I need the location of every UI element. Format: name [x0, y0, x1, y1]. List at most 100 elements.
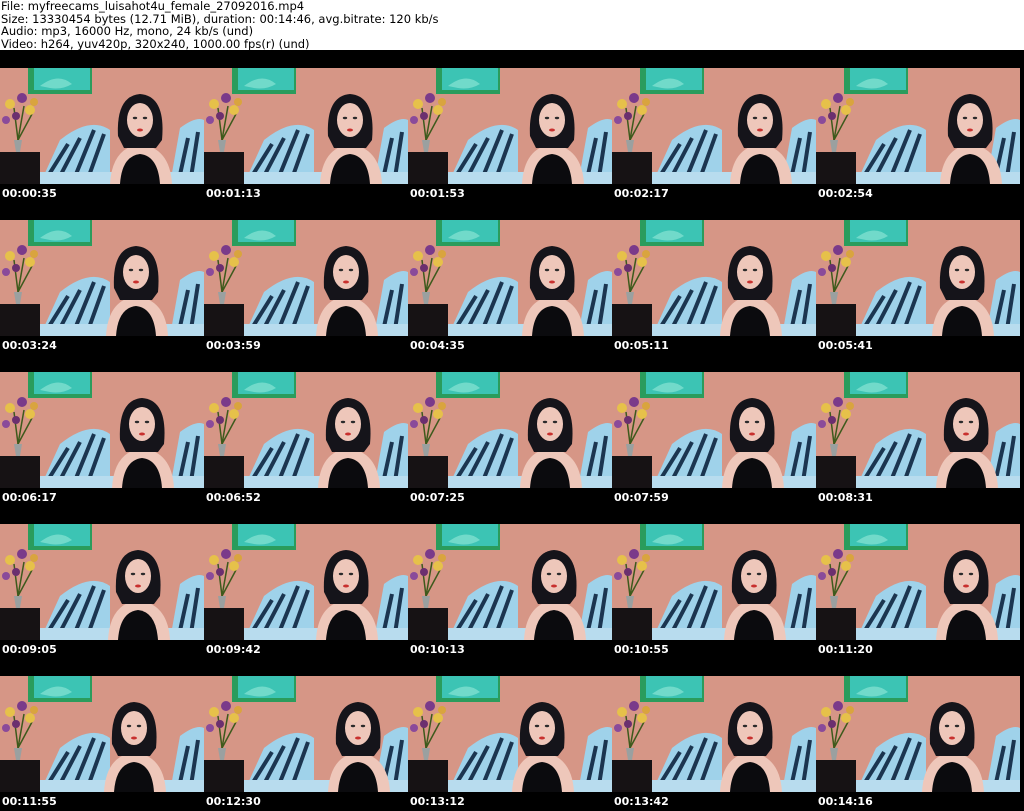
thumbnail-tile: 00:04:35	[408, 202, 612, 354]
thumbnail-frame	[816, 372, 1020, 488]
thumbnail-tile: 00:05:41	[816, 202, 1020, 354]
timestamp-label: 00:13:42	[614, 795, 669, 808]
thumbnail-tile: 00:11:20	[816, 506, 1020, 658]
timestamp-label: 00:11:55	[2, 795, 57, 808]
thumbnail-frame	[816, 68, 1020, 184]
timestamp-label: 00:06:17	[2, 491, 57, 504]
info-header: File: myfreecams_luisahot4u_female_27092…	[0, 0, 1024, 50]
webcam-frame-image	[816, 524, 1020, 640]
thumbnail-tile: 00:08:31	[816, 354, 1020, 506]
thumbnail-tile: 00:13:12	[408, 658, 612, 810]
thumbnail-tile: 00:00:35	[0, 50, 204, 202]
webcam-frame-image	[408, 524, 612, 640]
timestamp-label: 00:03:24	[2, 339, 57, 352]
timestamp-label: 00:11:20	[818, 643, 873, 656]
webcam-frame-image	[612, 524, 816, 640]
webcam-frame-image	[204, 372, 408, 488]
webcam-frame-image	[408, 676, 612, 792]
webcam-frame-image	[816, 372, 1020, 488]
timestamp-label: 00:07:25	[410, 491, 465, 504]
timestamp-label: 00:09:05	[2, 643, 57, 656]
thumbnail-frame	[612, 524, 816, 640]
webcam-frame-image	[612, 676, 816, 792]
webcam-frame-image	[816, 676, 1020, 792]
thumbnail-frame	[408, 372, 612, 488]
timestamp-label: 00:05:41	[818, 339, 873, 352]
thumbnail-frame	[204, 68, 408, 184]
thumbnail-frame	[408, 220, 612, 336]
webcam-frame-image	[612, 372, 816, 488]
thumbnail-tile: 00:09:05	[0, 506, 204, 658]
thumbnail-tile: 00:06:17	[0, 354, 204, 506]
webcam-frame-image	[408, 372, 612, 488]
thumbnail-frame	[816, 676, 1020, 792]
thumbnail-tile: 00:01:13	[204, 50, 408, 202]
thumbnail-frame	[816, 524, 1020, 640]
thumbnail-frame	[0, 220, 204, 336]
thumbnail-frame	[612, 68, 816, 184]
timestamp-label: 00:04:35	[410, 339, 465, 352]
thumbnail-tile: 00:09:42	[204, 506, 408, 658]
timestamp-label: 00:14:16	[818, 795, 873, 808]
thumbnail-grid: 00:00:35 00:01:13 00:01:53 00:02:17 00:0…	[0, 50, 1024, 811]
thumbnail-frame	[204, 676, 408, 792]
thumbnail-tile: 00:05:11	[612, 202, 816, 354]
thumbnail-frame	[816, 220, 1020, 336]
webcam-frame-image	[0, 524, 204, 640]
thumbnail-frame	[0, 524, 204, 640]
timestamp-label: 00:09:42	[206, 643, 261, 656]
webcam-frame-image	[0, 676, 204, 792]
thumbnail-frame	[612, 372, 816, 488]
audio-line: Audio: mp3, 16000 Hz, mono, 24 kb/s (und…	[1, 24, 254, 38]
video-line: Video: h264, yuv420p, 320x240, 1000.00 f…	[1, 36, 310, 51]
thumbnail-tile: 00:03:59	[204, 202, 408, 354]
webcam-frame-image	[204, 524, 408, 640]
thumbnail-frame	[204, 220, 408, 336]
webcam-frame-image	[204, 676, 408, 792]
timestamp-label: 00:02:54	[818, 187, 873, 200]
timestamp-label: 00:06:52	[206, 491, 261, 504]
thumbnail-frame	[204, 524, 408, 640]
file-name-line: File: myfreecams_luisahot4u_female_27092…	[1, 0, 305, 13]
thumbnail-frame	[408, 524, 612, 640]
thumbnail-tile: 00:03:24	[0, 202, 204, 354]
timestamp-label: 00:10:55	[614, 643, 669, 656]
thumbnail-frame	[612, 220, 816, 336]
thumbnail-tile: 00:14:16	[816, 658, 1020, 810]
thumbnail-tile: 00:02:17	[612, 50, 816, 202]
thumbnail-frame	[204, 372, 408, 488]
thumbnail-frame	[408, 68, 612, 184]
timestamp-label: 00:10:13	[410, 643, 465, 656]
thumbnail-tile: 00:07:59	[612, 354, 816, 506]
thumbnail-frame	[0, 68, 204, 184]
thumbnail-tile: 00:01:53	[408, 50, 612, 202]
thumbnail-tile: 00:02:54	[816, 50, 1020, 202]
webcam-frame-image	[0, 372, 204, 488]
thumbnail-tile: 00:06:52	[204, 354, 408, 506]
webcam-frame-image	[816, 68, 1020, 184]
timestamp-label: 00:13:12	[410, 795, 465, 808]
webcam-frame-image	[408, 68, 612, 184]
webcam-frame-image	[612, 68, 816, 184]
thumbnail-tile: 00:12:30	[204, 658, 408, 810]
thumbnail-frame	[0, 676, 204, 792]
thumbnail-tile: 00:11:55	[0, 658, 204, 810]
webcam-frame-image	[408, 220, 612, 336]
timestamp-label: 00:01:13	[206, 187, 261, 200]
webcam-frame-image	[0, 220, 204, 336]
timestamp-label: 00:02:17	[614, 187, 669, 200]
webcam-frame-image	[0, 68, 204, 184]
timestamp-label: 00:12:30	[206, 795, 261, 808]
thumbnail-tile: 00:13:42	[612, 658, 816, 810]
webcam-frame-image	[204, 68, 408, 184]
timestamp-label: 00:08:31	[818, 491, 873, 504]
thumbnail-tile: 00:07:25	[408, 354, 612, 506]
thumbnail-frame	[0, 372, 204, 488]
thumbnail-tile: 00:10:13	[408, 506, 612, 658]
timestamp-label: 00:07:59	[614, 491, 669, 504]
webcam-frame-image	[204, 220, 408, 336]
timestamp-label: 00:03:59	[206, 339, 261, 352]
timestamp-label: 00:00:35	[2, 187, 57, 200]
thumbnail-frame	[612, 676, 816, 792]
timestamp-label: 00:01:53	[410, 187, 465, 200]
